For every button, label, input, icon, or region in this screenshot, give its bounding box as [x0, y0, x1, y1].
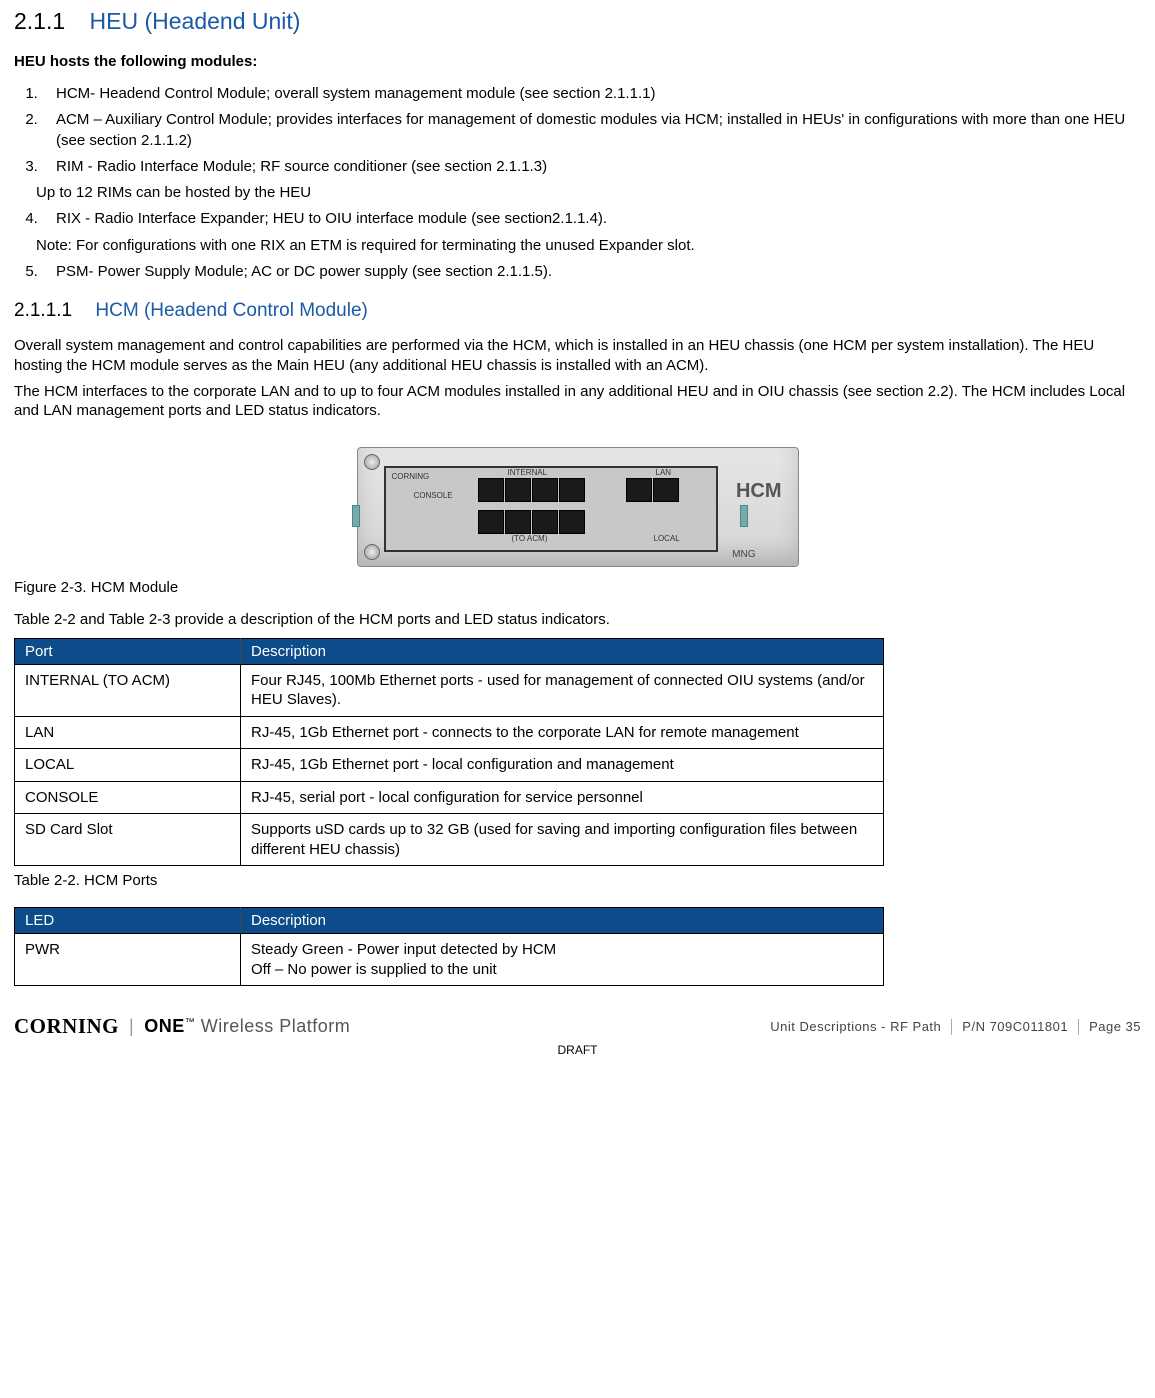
cell-port: LAN — [15, 716, 241, 749]
console-label: CONSOLE — [414, 491, 453, 500]
rj45-port-icon — [626, 478, 652, 502]
trademark-icon: ™ — [185, 1017, 196, 1028]
rj45-port-icon — [559, 510, 585, 534]
cell-port: INTERNAL (TO ACM) — [15, 664, 241, 716]
paragraph: Overall system management and control ca… — [14, 336, 1141, 376]
mng-label: MNG — [732, 549, 755, 560]
handle-icon — [740, 505, 748, 527]
section-2-1-1-1-heading: 2.1.1.1 HCM (Headend Control Module) — [14, 300, 1141, 322]
table-header-led: LED — [15, 908, 241, 934]
module-list-cont2: PSM- Power Supply Module; AC or DC power… — [14, 262, 1141, 282]
section-title: HCM (Headend Control Module) — [95, 300, 367, 321]
footer-path: Unit Descriptions - RF Path — [770, 1019, 941, 1034]
table-row: LAN RJ-45, 1Gb Ethernet port - connects … — [15, 716, 884, 749]
lan-label: LAN — [656, 468, 672, 477]
wireless-platform-text: Wireless Platform — [201, 1016, 351, 1036]
footer-pn: P/N 709C011801 — [962, 1019, 1068, 1034]
cell-led: PWR — [15, 934, 241, 986]
rj45-port-icon — [478, 478, 504, 502]
cell-port: LOCAL — [15, 749, 241, 782]
handle-icon — [352, 505, 360, 527]
rj45-port-icon — [559, 478, 585, 502]
list-item: ACM – Auxiliary Control Module; provides… — [42, 110, 1141, 151]
rj45-port-icon — [653, 478, 679, 502]
screw-icon — [364, 454, 380, 470]
footer-page: Page 35 — [1089, 1019, 1141, 1034]
table-row: PWR Steady Green - Power input detected … — [15, 934, 884, 986]
cell-desc: Supports uSD cards up to 32 GB (used for… — [241, 814, 884, 866]
cell-desc: RJ-45, 1Gb Ethernet port - connects to t… — [241, 716, 884, 749]
cell-port: SD Card Slot — [15, 814, 241, 866]
hosts-intro: HEU hosts the following modules: — [14, 53, 1141, 70]
screw-icon — [364, 544, 380, 560]
corning-logo-text: CORNING — [14, 1014, 119, 1039]
lan-ports — [626, 478, 679, 502]
toacm-ports — [478, 510, 585, 534]
hcm-module-figure: CORNING CONSOLE INTERNAL LAN (TO ACM) LO… — [14, 447, 1141, 571]
separator-icon — [1078, 1019, 1079, 1035]
cell-desc: Four RJ45, 100Mb Ethernet ports - used f… — [241, 664, 884, 716]
table-row: INTERNAL (TO ACM) Four RJ45, 100Mb Ether… — [15, 664, 884, 716]
module-list-cont: RIX - Radio Interface Expander; HEU to O… — [14, 209, 1141, 229]
ports-table-caption: Table 2-2. HCM Ports — [14, 872, 1141, 889]
table-header-description: Description — [241, 908, 884, 934]
ports-table: Port Description INTERNAL (TO ACM) Four … — [14, 638, 884, 867]
rj45-port-icon — [532, 510, 558, 534]
footer-logo: CORNING | ONE™ Wireless Platform — [14, 1014, 350, 1039]
list-item: RIX - Radio Interface Expander; HEU to O… — [42, 209, 1141, 229]
one-logo-text: ONE — [144, 1016, 185, 1036]
local-label: LOCAL — [654, 534, 680, 543]
toacm-label: (TO ACM) — [512, 534, 548, 543]
module-list: HCM- Headend Control Module; overall sys… — [14, 84, 1141, 177]
table-header-description: Description — [241, 638, 884, 664]
rj45-port-icon — [505, 510, 531, 534]
cell-desc: Steady Green - Power input detected by H… — [241, 934, 884, 986]
list-item: RIM - Radio Interface Module; RF source … — [42, 157, 1141, 177]
led-table: LED Description PWR Steady Green - Power… — [14, 907, 884, 986]
list-item: HCM- Headend Control Module; overall sys… — [42, 84, 1141, 104]
section-number: 2.1.1 — [14, 8, 65, 34]
draft-watermark: DRAFT — [14, 1043, 1141, 1057]
list-item: PSM- Power Supply Module; AC or DC power… — [42, 262, 1141, 282]
rj45-port-icon — [478, 510, 504, 534]
cell-desc: RJ-45, serial port - local configuration… — [241, 781, 884, 814]
rj45-port-icon — [532, 478, 558, 502]
cell-port: CONSOLE — [15, 781, 241, 814]
table-intro: Table 2-2 and Table 2-3 provide a descri… — [14, 610, 1141, 630]
internal-label: INTERNAL — [508, 468, 548, 477]
sub-note-rims: Up to 12 RIMs can be hosted by the HEU — [36, 183, 1141, 203]
section-2-1-1-heading: 2.1.1 HEU (Headend Unit) — [14, 8, 1141, 35]
footer-meta: Unit Descriptions - RF Path P/N 709C0118… — [770, 1019, 1141, 1035]
section-title: HEU (Headend Unit) — [90, 8, 301, 34]
page-footer: CORNING | ONE™ Wireless Platform Unit De… — [14, 1014, 1141, 1057]
hcm-label: HCM — [736, 480, 782, 503]
cell-desc: RJ-45, 1Gb Ethernet port - local configu… — [241, 749, 884, 782]
hcm-module-image: CORNING CONSOLE INTERNAL LAN (TO ACM) LO… — [357, 447, 799, 567]
table-row: LOCAL RJ-45, 1Gb Ethernet port - local c… — [15, 749, 884, 782]
separator-icon — [951, 1019, 952, 1035]
figure-caption: Figure 2-3. HCM Module — [14, 579, 1141, 596]
logo-separator: | — [129, 1016, 134, 1037]
brand-label: CORNING — [392, 472, 430, 481]
sub-note-rix: Note: For configurations with one RIX an… — [36, 236, 1141, 256]
section-number: 2.1.1.1 — [14, 300, 72, 321]
table-row: SD Card Slot Supports uSD cards up to 32… — [15, 814, 884, 866]
rj45-port-icon — [505, 478, 531, 502]
paragraph: The HCM interfaces to the corporate LAN … — [14, 382, 1141, 422]
table-header-port: Port — [15, 638, 241, 664]
table-row: CONSOLE RJ-45, serial port - local confi… — [15, 781, 884, 814]
internal-ports — [478, 478, 585, 502]
